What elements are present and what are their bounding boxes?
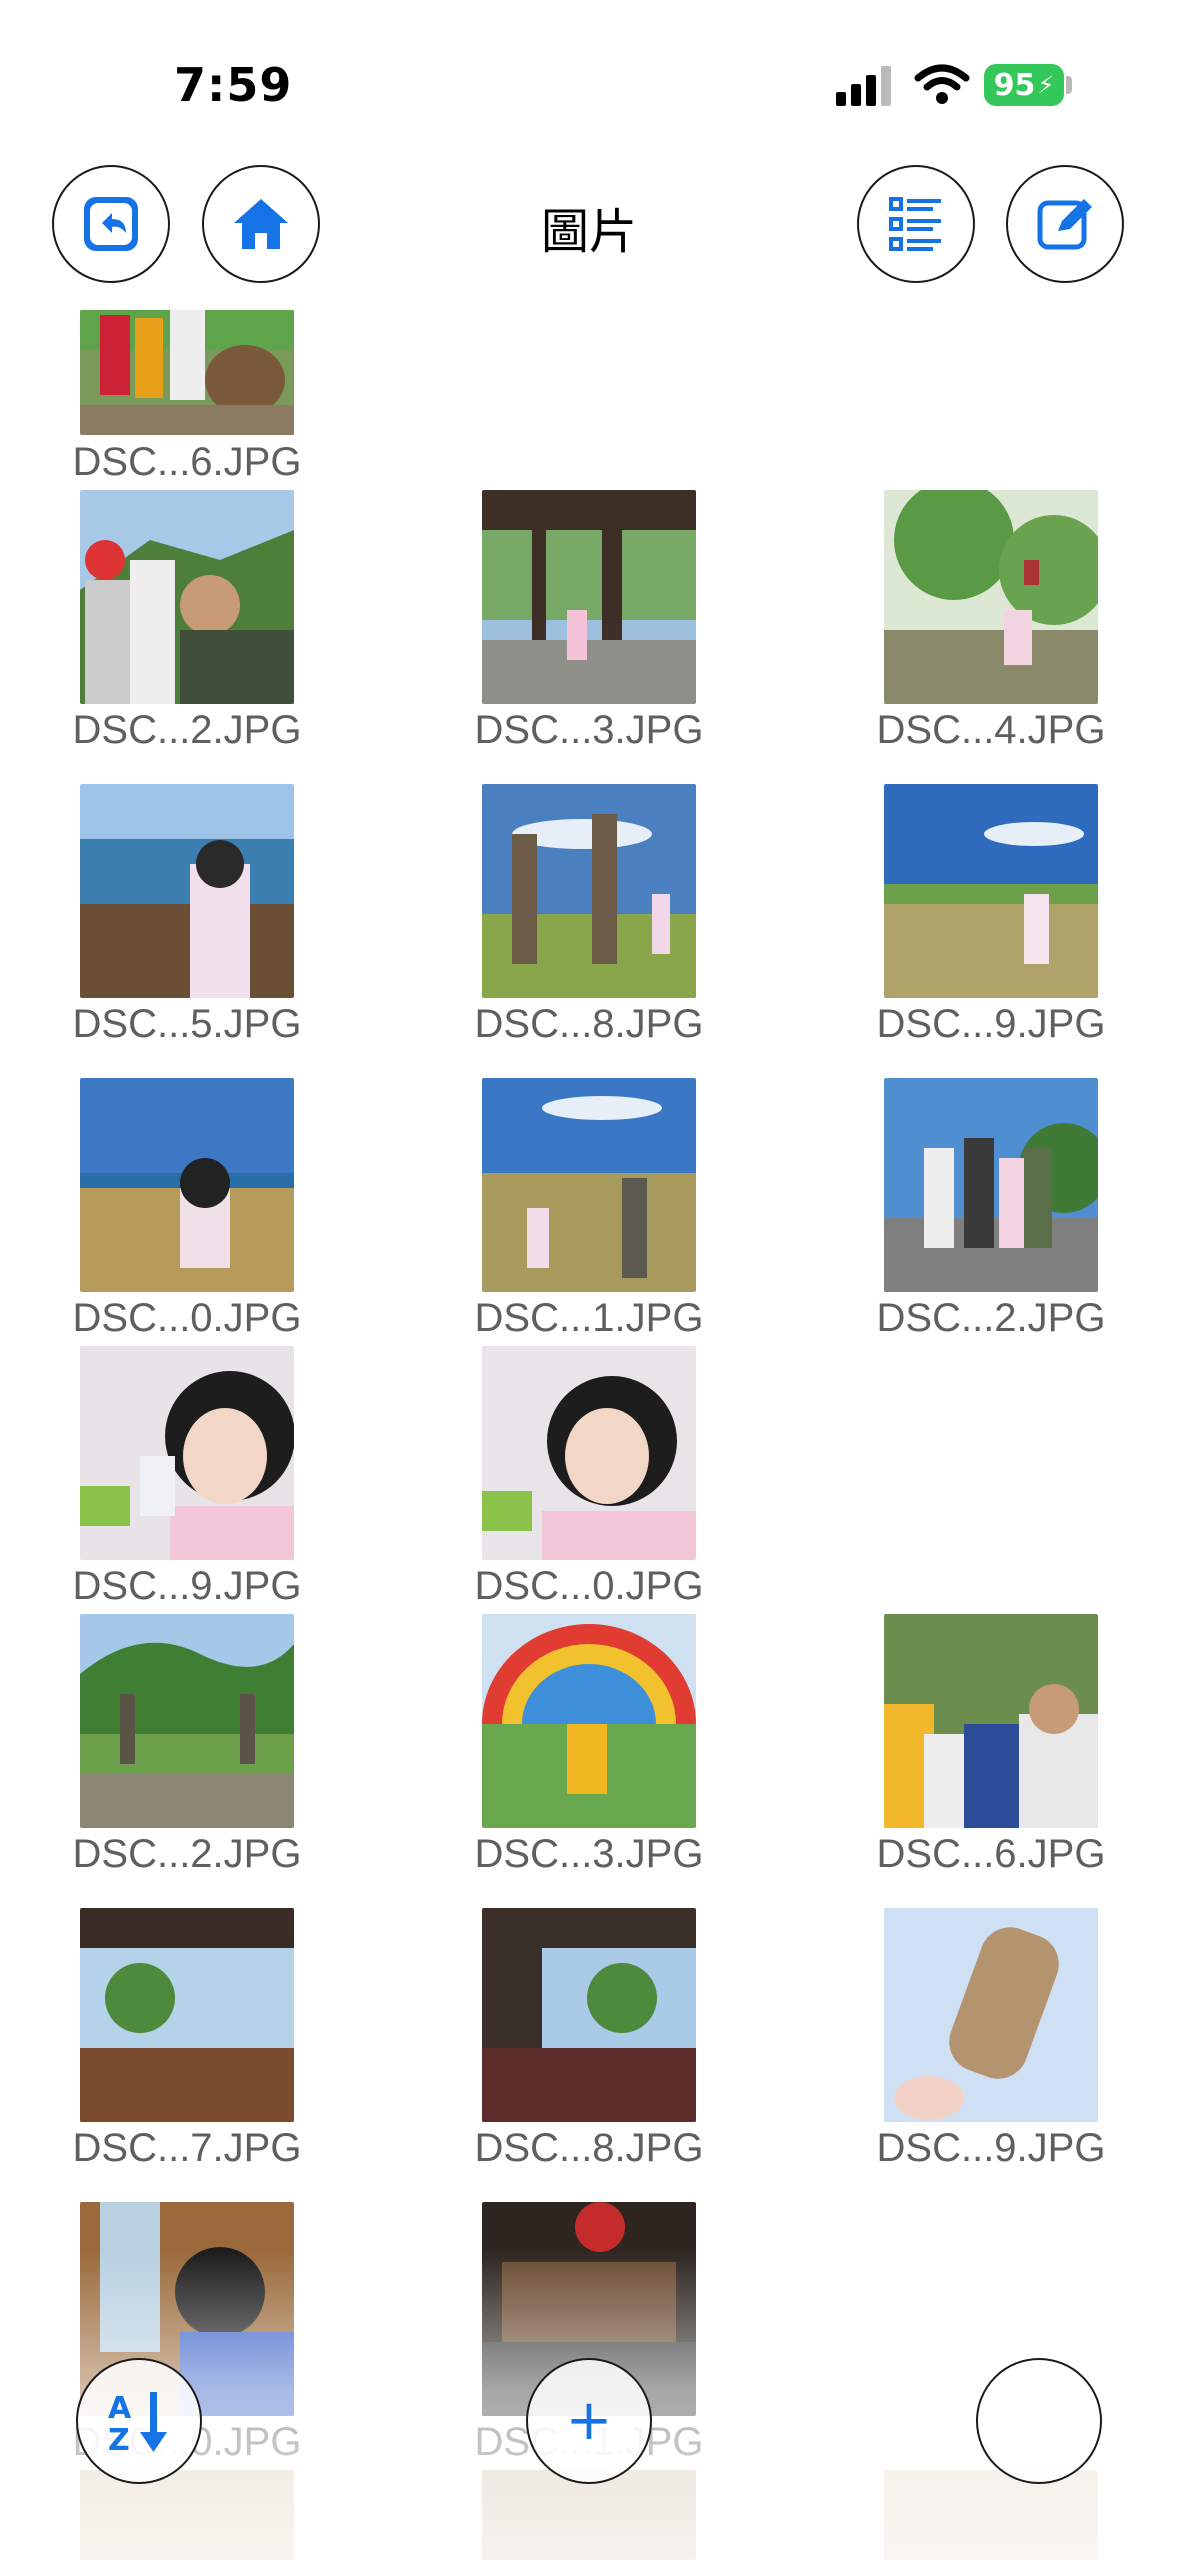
photo-thumbnail[interactable] bbox=[884, 1908, 1098, 2122]
sort-az-icon: A Z bbox=[108, 2391, 167, 2456]
photo-filename: DSC...8.JPG bbox=[474, 1002, 704, 1046]
battery-indicator: 95 ⚡ bbox=[984, 64, 1064, 106]
photo-filename: DSC...3.JPG bbox=[474, 1832, 704, 1876]
photo-thumbnail[interactable] bbox=[80, 1078, 294, 1292]
photo-thumbnail[interactable] bbox=[80, 784, 294, 998]
faded-photo bbox=[884, 2470, 1098, 2560]
photo-filename: DSC...2.JPG bbox=[72, 1832, 302, 1876]
terrace-restaurant-photo bbox=[80, 1908, 294, 2122]
cellular-signal-icon bbox=[836, 66, 891, 106]
charging-bolt-icon: ⚡ bbox=[1037, 71, 1055, 99]
photo-thumbnail[interactable] bbox=[482, 784, 696, 998]
ocean-stairs-photo bbox=[80, 784, 294, 998]
status-time: 7:59 bbox=[174, 58, 293, 112]
back-arrow-icon bbox=[84, 197, 138, 251]
list-view-button[interactable] bbox=[857, 165, 975, 283]
photo-thumbnail[interactable] bbox=[482, 1346, 696, 1560]
empty-action-button[interactable] bbox=[976, 2358, 1102, 2484]
photo-filename: DSC...9.JPG bbox=[72, 1564, 302, 1608]
photo-filename: DSC...2.JPG bbox=[876, 1296, 1106, 1340]
house-icon bbox=[234, 199, 288, 249]
family-group-photo bbox=[884, 1614, 1098, 1828]
back-button[interactable] bbox=[52, 165, 170, 283]
faded-photo bbox=[80, 2470, 294, 2560]
photo-filename: DSC...8.JPG bbox=[474, 2126, 704, 2170]
girl-field-photo bbox=[80, 1078, 294, 1292]
page-title: 圖片 bbox=[540, 204, 637, 260]
sort-button[interactable]: A Z bbox=[76, 2358, 202, 2484]
photo-thumbnail[interactable] bbox=[482, 1078, 696, 1292]
family-road-photo bbox=[884, 1078, 1098, 1292]
wifi-icon bbox=[914, 64, 970, 104]
photo-grid: DSC...6.JPG DSC...2.JPG DSC...3.JPG DSC.… bbox=[0, 0, 1178, 2560]
photo-filename: DSC...5.JPG bbox=[72, 1002, 302, 1046]
edit-square-icon bbox=[1037, 199, 1092, 250]
photo-filename: DSC...0.JPG bbox=[72, 1296, 302, 1340]
cafe-interior-photo bbox=[482, 1908, 696, 2122]
photo-thumbnail[interactable] bbox=[884, 490, 1098, 704]
girl-drinking-photo bbox=[80, 1346, 294, 1560]
rice-field-photo bbox=[884, 784, 1098, 998]
photo-thumbnail[interactable] bbox=[884, 2470, 1098, 2560]
edit-button[interactable] bbox=[1006, 165, 1124, 283]
battery-nub bbox=[1066, 76, 1072, 94]
pavilion-photo bbox=[482, 490, 696, 704]
photo-filename: DSC...9.JPG bbox=[876, 2126, 1106, 2170]
photo-thumbnail[interactable] bbox=[884, 1078, 1098, 1292]
popsicle-photo bbox=[884, 1908, 1098, 2122]
photo-thumbnail[interactable] bbox=[80, 1614, 294, 1828]
photo-thumbnail[interactable] bbox=[482, 1908, 696, 2122]
photo-filename: DSC...6.JPG bbox=[876, 1832, 1106, 1876]
photo-thumbnail[interactable] bbox=[884, 1614, 1098, 1828]
family-zoo-photo bbox=[80, 310, 294, 435]
svg-text:A: A bbox=[108, 2391, 132, 2426]
photo-filename: DSC...1.JPG bbox=[474, 1296, 704, 1340]
rainbow-sculpture-photo bbox=[482, 1614, 696, 1828]
girl-smiling-photo bbox=[482, 1346, 696, 1560]
forest-stairs-photo bbox=[884, 490, 1098, 704]
add-button[interactable]: + bbox=[526, 2358, 652, 2484]
family-selfie-photo bbox=[80, 490, 294, 704]
photo-thumbnail[interactable] bbox=[80, 310, 294, 435]
photo-filename: DSC...9.JPG bbox=[876, 1002, 1106, 1046]
photo-thumbnail[interactable] bbox=[80, 490, 294, 704]
photo-browser-screen: DSC...6.JPG DSC...2.JPG DSC...3.JPG DSC.… bbox=[0, 0, 1178, 2560]
photo-thumbnail[interactable] bbox=[80, 1908, 294, 2122]
photo-filename: DSC...2.JPG bbox=[72, 708, 302, 752]
photo-filename: DSC...4.JPG bbox=[876, 708, 1106, 752]
sculptures-field-photo bbox=[482, 784, 696, 998]
photo-filename: DSC...7.JPG bbox=[72, 2126, 302, 2170]
stone-gate-photo bbox=[80, 1614, 294, 1828]
battery-level: 95 bbox=[993, 67, 1036, 103]
photo-thumbnail[interactable] bbox=[884, 784, 1098, 998]
photo-thumbnail[interactable] bbox=[80, 2470, 294, 2560]
photo-thumbnail[interactable] bbox=[80, 1346, 294, 1560]
photo-filename: DSC...6.JPG bbox=[72, 440, 302, 484]
scarecrow-field-photo bbox=[482, 1078, 696, 1292]
photo-thumbnail[interactable] bbox=[482, 490, 696, 704]
photo-filename: DSC...3.JPG bbox=[474, 708, 704, 752]
list-icon bbox=[889, 197, 941, 251]
home-button[interactable] bbox=[202, 165, 320, 283]
photo-filename: DSC...0.JPG bbox=[474, 1564, 704, 1608]
svg-text:Z: Z bbox=[108, 2423, 130, 2456]
photo-thumbnail[interactable] bbox=[482, 1614, 696, 1828]
plus-icon: + bbox=[565, 2388, 613, 2453]
